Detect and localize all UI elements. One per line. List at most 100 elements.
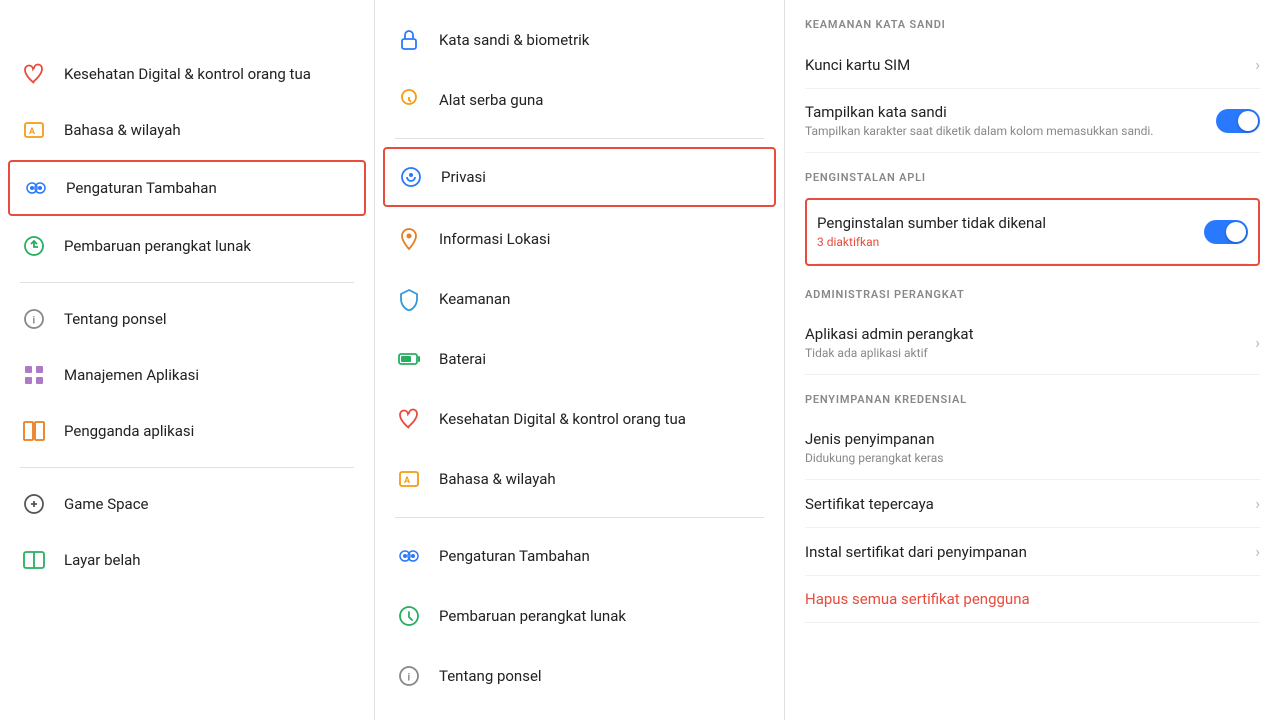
toggle-switch[interactable] <box>1204 220 1248 244</box>
mid-item-tentang2[interactable]: i Tentang ponsel <box>375 646 784 706</box>
svg-text:i: i <box>408 673 411 684</box>
right-item-jenis-penyimpanan[interactable]: Jenis penyimpanan Didukung perangkat ker… <box>805 416 1260 480</box>
left-item-tentang[interactable]: i Tentang ponsel <box>0 291 374 347</box>
mid-item-pembaruan2[interactable]: Pembaruan perangkat lunak <box>375 586 784 646</box>
mid-item-label: Pembaruan perangkat lunak <box>439 607 626 625</box>
dots2-icon <box>395 542 423 570</box>
middle-panel: Kata sandi & biometrik Alat serba guna P… <box>375 0 785 720</box>
left-item-pengaturan-tambahan[interactable]: Pengaturan Tambahan <box>8 160 366 216</box>
section-header: KEAMANAN KATA SANDI <box>805 0 1260 41</box>
mid-item-keamanan[interactable]: Keamanan <box>375 269 784 329</box>
battery-icon <box>395 345 423 373</box>
item-title: Instal sertifikat dari penyimpanan <box>805 543 1027 561</box>
chevron-icon: › <box>1255 333 1260 352</box>
item-title: Aplikasi admin perangkat <box>805 325 974 343</box>
left-item-game-space[interactable]: Game Space <box>0 476 374 532</box>
left-panel: Kesehatan Digital & kontrol orang tua A … <box>0 0 375 720</box>
mid-item-label: Kesehatan Digital & kontrol orang tua <box>439 410 686 428</box>
info2-icon: i <box>395 662 423 690</box>
apps-icon <box>20 361 48 389</box>
mid-item-bahasa2[interactable]: A Bahasa & wilayah <box>375 449 784 509</box>
left-item-label: Pembaruan perangkat lunak <box>64 237 251 255</box>
section-header: PENYIMPANAN KREDENSIAL <box>805 375 1260 416</box>
shield-icon <box>395 285 423 313</box>
mid-item-kata-sandi[interactable]: Kata sandi & biometrik <box>375 10 784 70</box>
section-penginstalan-apli: PENGINSTALAN APLI Penginstalan sumber ti… <box>805 153 1260 266</box>
item-subtitle: 3 diaktifkan <box>817 235 1192 249</box>
info-icon: i <box>20 305 48 333</box>
mid-item-label: Privasi <box>441 168 486 186</box>
right-item-kunci-sim[interactable]: Kunci kartu SIM › <box>805 41 1260 89</box>
right-item-sertifikat-tepercaya[interactable]: Sertifikat tepercaya › <box>805 480 1260 528</box>
svg-text:A: A <box>404 476 411 486</box>
dots-icon <box>22 174 50 202</box>
mid-item-pengaturan2[interactable]: Pengaturan Tambahan <box>375 526 784 586</box>
section-administrasi: ADMINISTRASI PERANGKAT Aplikasi admin pe… <box>805 270 1260 375</box>
svg-text:i: i <box>33 316 36 327</box>
right-item-tampilkan-kata-sandi[interactable]: Tampilkan kata sandi Tampilkan karakter … <box>805 89 1260 153</box>
right-item-instal-sertifikat[interactable]: Instal sertifikat dari penyimpanan › <box>805 528 1260 576</box>
item-title: Kunci kartu SIM <box>805 56 910 74</box>
dual-icon <box>20 417 48 445</box>
section-keamanan-kata-sandi: KEAMANAN KATA SANDI Kunci kartu SIM › Ta… <box>805 0 1260 153</box>
left-item-pengganda[interactable]: Pengganda aplikasi <box>0 403 374 459</box>
item-title: Hapus semua sertifikat pengguna <box>805 590 1030 608</box>
section-header: PENGINSTALAN APLI <box>805 153 1260 194</box>
item-title: Sertifikat tepercaya <box>805 495 934 513</box>
mid-item-label: Keamanan <box>439 290 510 308</box>
mid-item-label: Alat serba guna <box>439 91 543 109</box>
left-item-label: Manajemen Aplikasi <box>64 366 199 384</box>
mid-item-privasi[interactable]: Privasi <box>383 147 776 207</box>
left-item-label: Pengaturan Tambahan <box>66 179 217 197</box>
heart2-icon <box>395 405 423 433</box>
mid-item-informasi-lokasi[interactable]: Informasi Lokasi <box>375 209 784 269</box>
section-header: ADMINISTRASI PERANGKAT <box>805 270 1260 311</box>
right-item-penginstalan-sumber[interactable]: Penginstalan sumber tidak dikenal 3 diak… <box>817 200 1248 264</box>
item-title: Jenis penyimpanan <box>805 430 943 448</box>
item-subtitle: Tampilkan karakter saat diketik dalam ko… <box>805 124 1204 138</box>
svg-text:A: A <box>29 127 36 137</box>
chevron-icon: › <box>1255 55 1260 74</box>
mid-item-kesehatan2[interactable]: Kesehatan Digital & kontrol orang tua <box>375 389 784 449</box>
left-item-label: Game Space <box>64 495 149 513</box>
left-item-bahasa-wilayah[interactable]: A Bahasa & wilayah <box>0 102 374 158</box>
left-item-label: Kesehatan Digital & kontrol orang tua <box>64 65 311 83</box>
item-subtitle: Tidak ada aplikasi aktif <box>805 346 974 360</box>
left-item-label: Tentang ponsel <box>64 310 167 328</box>
tools-icon <box>395 86 423 114</box>
page-title <box>0 10 374 46</box>
section-penyimpanan-kredensial: PENYIMPANAN KREDENSIAL Jenis penyimpanan… <box>805 375 1260 623</box>
game-icon <box>20 490 48 518</box>
lang-icon: A <box>20 116 48 144</box>
left-item-label: Bahasa & wilayah <box>64 121 181 139</box>
left-item-kesehatan-digital[interactable]: Kesehatan Digital & kontrol orang tua <box>0 46 374 102</box>
heart-icon <box>20 60 48 88</box>
split-icon <box>20 546 48 574</box>
arrow-up-icon <box>20 232 48 260</box>
item-title: Penginstalan sumber tidak dikenal <box>817 214 1192 232</box>
mid-item-alat-serba[interactable]: Alat serba guna <box>375 70 784 130</box>
mid-item-label: Kata sandi & biometrik <box>439 31 589 49</box>
toggle-switch[interactable] <box>1216 109 1260 133</box>
left-item-layar-belah[interactable]: Layar belah <box>0 532 374 588</box>
mid-item-label: Bahasa & wilayah <box>439 470 556 488</box>
lang2-icon: A <box>395 465 423 493</box>
right-item-aplikasi-admin[interactable]: Aplikasi admin perangkat Tidak ada aplik… <box>805 311 1260 375</box>
mid-item-label: Tentang ponsel <box>439 667 542 685</box>
chevron-icon: › <box>1255 494 1260 513</box>
mid-item-label: Baterai <box>439 350 486 368</box>
right-panel: KEAMANAN KATA SANDI Kunci kartu SIM › Ta… <box>785 0 1280 720</box>
item-title: Tampilkan kata sandi <box>805 103 1204 121</box>
left-item-pembaruan[interactable]: Pembaruan perangkat lunak <box>0 218 374 274</box>
mid-item-label: Informasi Lokasi <box>439 230 550 248</box>
arrow-up2-icon <box>395 602 423 630</box>
left-item-manajemen[interactable]: Manajemen Aplikasi <box>0 347 374 403</box>
location-icon <box>395 225 423 253</box>
left-item-label: Pengganda aplikasi <box>64 422 194 440</box>
left-item-label: Layar belah <box>64 551 141 569</box>
right-item-hapus-sertifikat[interactable]: Hapus semua sertifikat pengguna <box>805 576 1260 623</box>
chevron-icon: › <box>1255 542 1260 561</box>
privasi-icon <box>397 163 425 191</box>
item-subtitle: Didukung perangkat keras <box>805 451 943 465</box>
mid-item-baterai[interactable]: Baterai <box>375 329 784 389</box>
